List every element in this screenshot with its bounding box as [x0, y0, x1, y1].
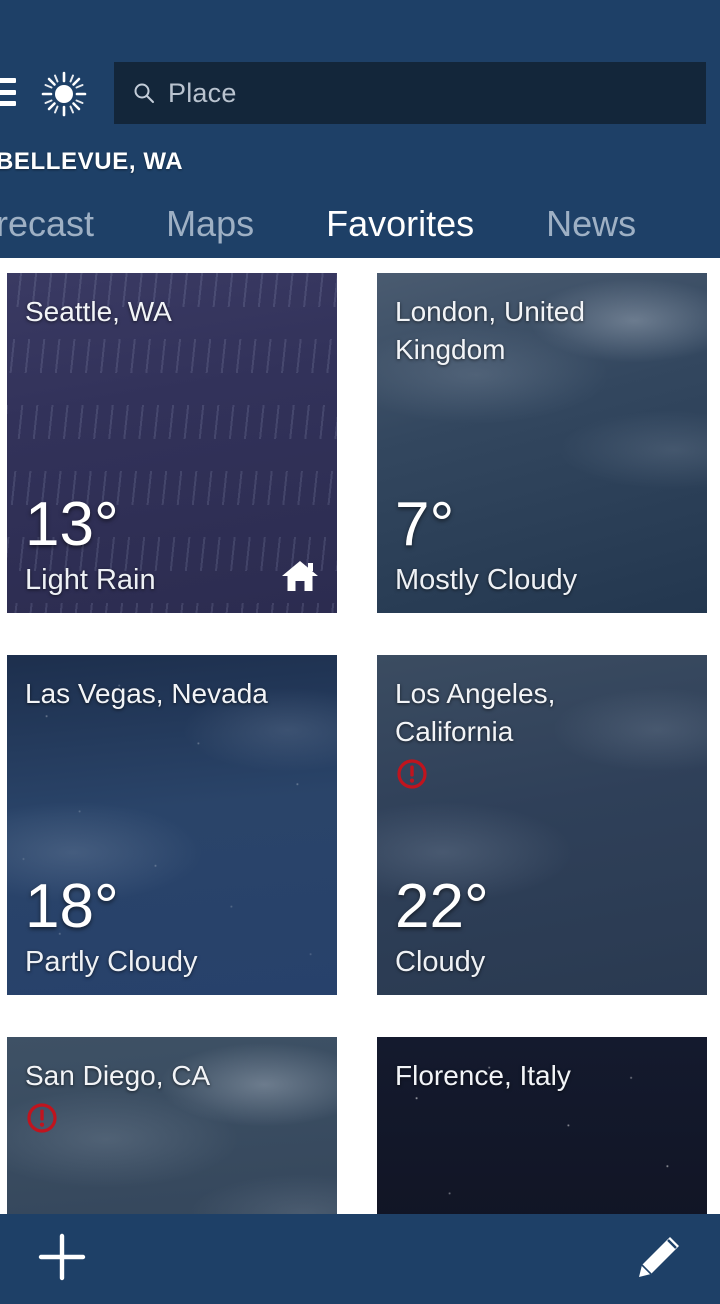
hamburger-menu-icon[interactable] [0, 78, 16, 106]
favorite-tile-los-angeles[interactable]: Los Angeles, California 22° Cloudy [377, 655, 707, 995]
tile-city-label: Florence, Italy [395, 1060, 571, 1091]
favorite-tile-london[interactable]: London, United Kingdom 7° Mostly Cloudy [377, 273, 707, 613]
alert-circle-icon[interactable] [25, 1101, 59, 1135]
favorite-tile-seattle[interactable]: Seattle, WA 13° Light Rain [7, 273, 337, 613]
tile-city-label: San Diego, CA [25, 1060, 211, 1091]
tile-city-label: London, United Kingdom [395, 296, 585, 365]
pencil-icon [630, 1229, 686, 1290]
tile-temperature: 18° [25, 872, 119, 941]
tile-city-label: Las Vegas, Nevada [25, 678, 268, 709]
hamburger-bar [0, 78, 16, 83]
weather-app: Place BELLEVUE, WA orecast Maps Favorite… [0, 0, 720, 1304]
tile-condition: Partly Cloudy [25, 946, 198, 978]
tab-maps[interactable]: Maps [166, 203, 254, 245]
top-bar: Place [0, 56, 720, 128]
tile-temperature: 13° [25, 490, 119, 559]
tab-forecast[interactable]: orecast [0, 203, 94, 245]
tile-temperature: 7° [395, 490, 455, 559]
favorite-tile-las-vegas[interactable]: Las Vegas, Nevada 18° Partly Cloudy [7, 655, 337, 995]
home-icon [279, 555, 321, 597]
tile-city-label: Los Angeles, California [395, 678, 556, 747]
favorites-grid: Seattle, WA 13° Light Rain London, Unite… [0, 266, 720, 1304]
app-header: Place BELLEVUE, WA orecast Maps Favorite… [0, 0, 720, 258]
plus-icon [34, 1229, 90, 1290]
tile-condition: Mostly Cloudy [395, 564, 578, 596]
tile-condition: Cloudy [395, 946, 486, 978]
tab-news[interactable]: News [546, 203, 636, 245]
add-favorite-button[interactable] [34, 1231, 90, 1287]
bottom-app-bar [0, 1214, 720, 1304]
alert-circle-icon[interactable] [395, 757, 429, 791]
hamburger-bar [0, 89, 16, 95]
search-input[interactable]: Place [168, 78, 237, 109]
tile-temperature: 22° [395, 872, 489, 941]
search-box[interactable]: Place [114, 62, 706, 124]
sun-icon[interactable] [40, 70, 88, 118]
tab-favorites[interactable]: Favorites [326, 203, 474, 245]
edit-favorites-button[interactable] [630, 1231, 686, 1287]
tab-bar: orecast Maps Favorites News [0, 190, 720, 258]
current-location-label: BELLEVUE, WA [0, 148, 184, 175]
tile-city-label: Seattle, WA [25, 296, 172, 327]
search-icon [132, 81, 156, 105]
tile-condition: Light Rain [25, 564, 156, 596]
hamburger-bar [0, 101, 16, 106]
